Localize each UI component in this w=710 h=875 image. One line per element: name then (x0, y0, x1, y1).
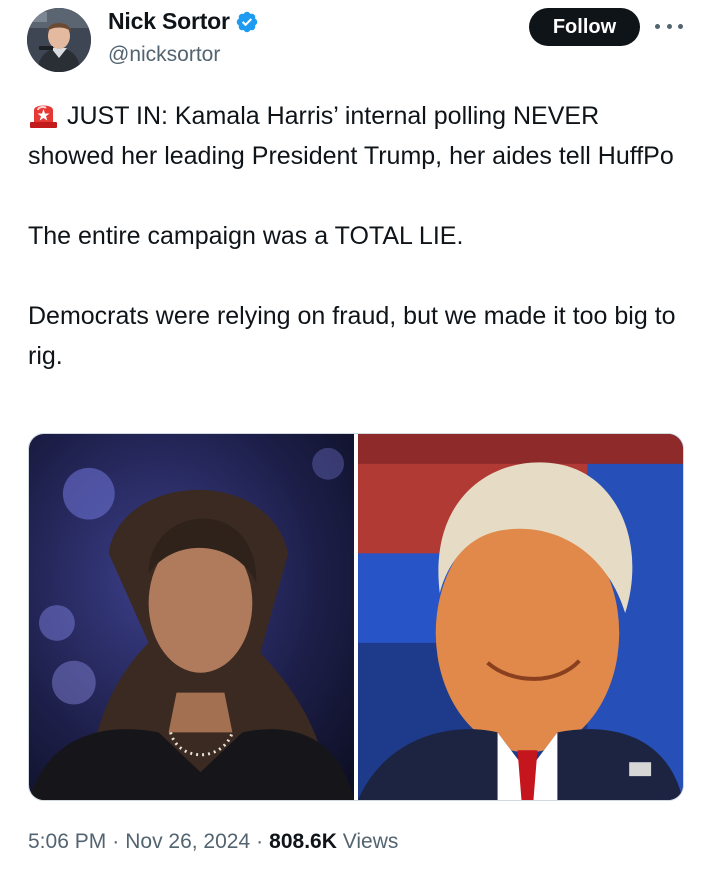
photo-trump[interactable] (358, 434, 683, 800)
avatar[interactable] (27, 8, 91, 72)
tweet-text: JUST IN: Kamala Harris’ internal polling… (28, 96, 688, 376)
tweet-media (28, 433, 684, 801)
author-handle[interactable]: @nicksortor (108, 43, 220, 67)
tweet-meta: 5:06 PM · Nov 26, 2024 · 808.6K Views (28, 830, 398, 854)
police-car-light-icon (28, 100, 59, 128)
avatar-image (27, 8, 91, 72)
tweet-card: Nick Sortor @nicksortor Follow JUST IN: … (0, 0, 710, 875)
separator: · (256, 830, 264, 853)
tweet-line-2: The entire campaign was a TOTAL LIE. (28, 222, 464, 250)
views-count: 808.6K (269, 830, 337, 853)
more-options-icon[interactable] (655, 14, 683, 38)
display-name[interactable]: Nick Sortor (108, 8, 230, 35)
photo-harris[interactable] (29, 434, 354, 800)
tweet-line-3: Democrats were relying on fraud, but we … (28, 302, 676, 370)
views-label: Views (342, 830, 399, 853)
tweet-line-1-text: JUST IN: Kamala Harris’ internal polling… (28, 102, 674, 170)
tweet-line-1: JUST IN: Kamala Harris’ internal polling… (28, 96, 688, 176)
follow-button[interactable]: Follow (529, 8, 640, 46)
separator: · (112, 830, 120, 853)
tweet-date[interactable]: Nov 26, 2024 (125, 830, 250, 853)
tweet-time[interactable]: 5:06 PM (28, 830, 106, 853)
verified-badge-icon[interactable] (235, 10, 259, 34)
author-name-row[interactable]: Nick Sortor (108, 8, 259, 35)
